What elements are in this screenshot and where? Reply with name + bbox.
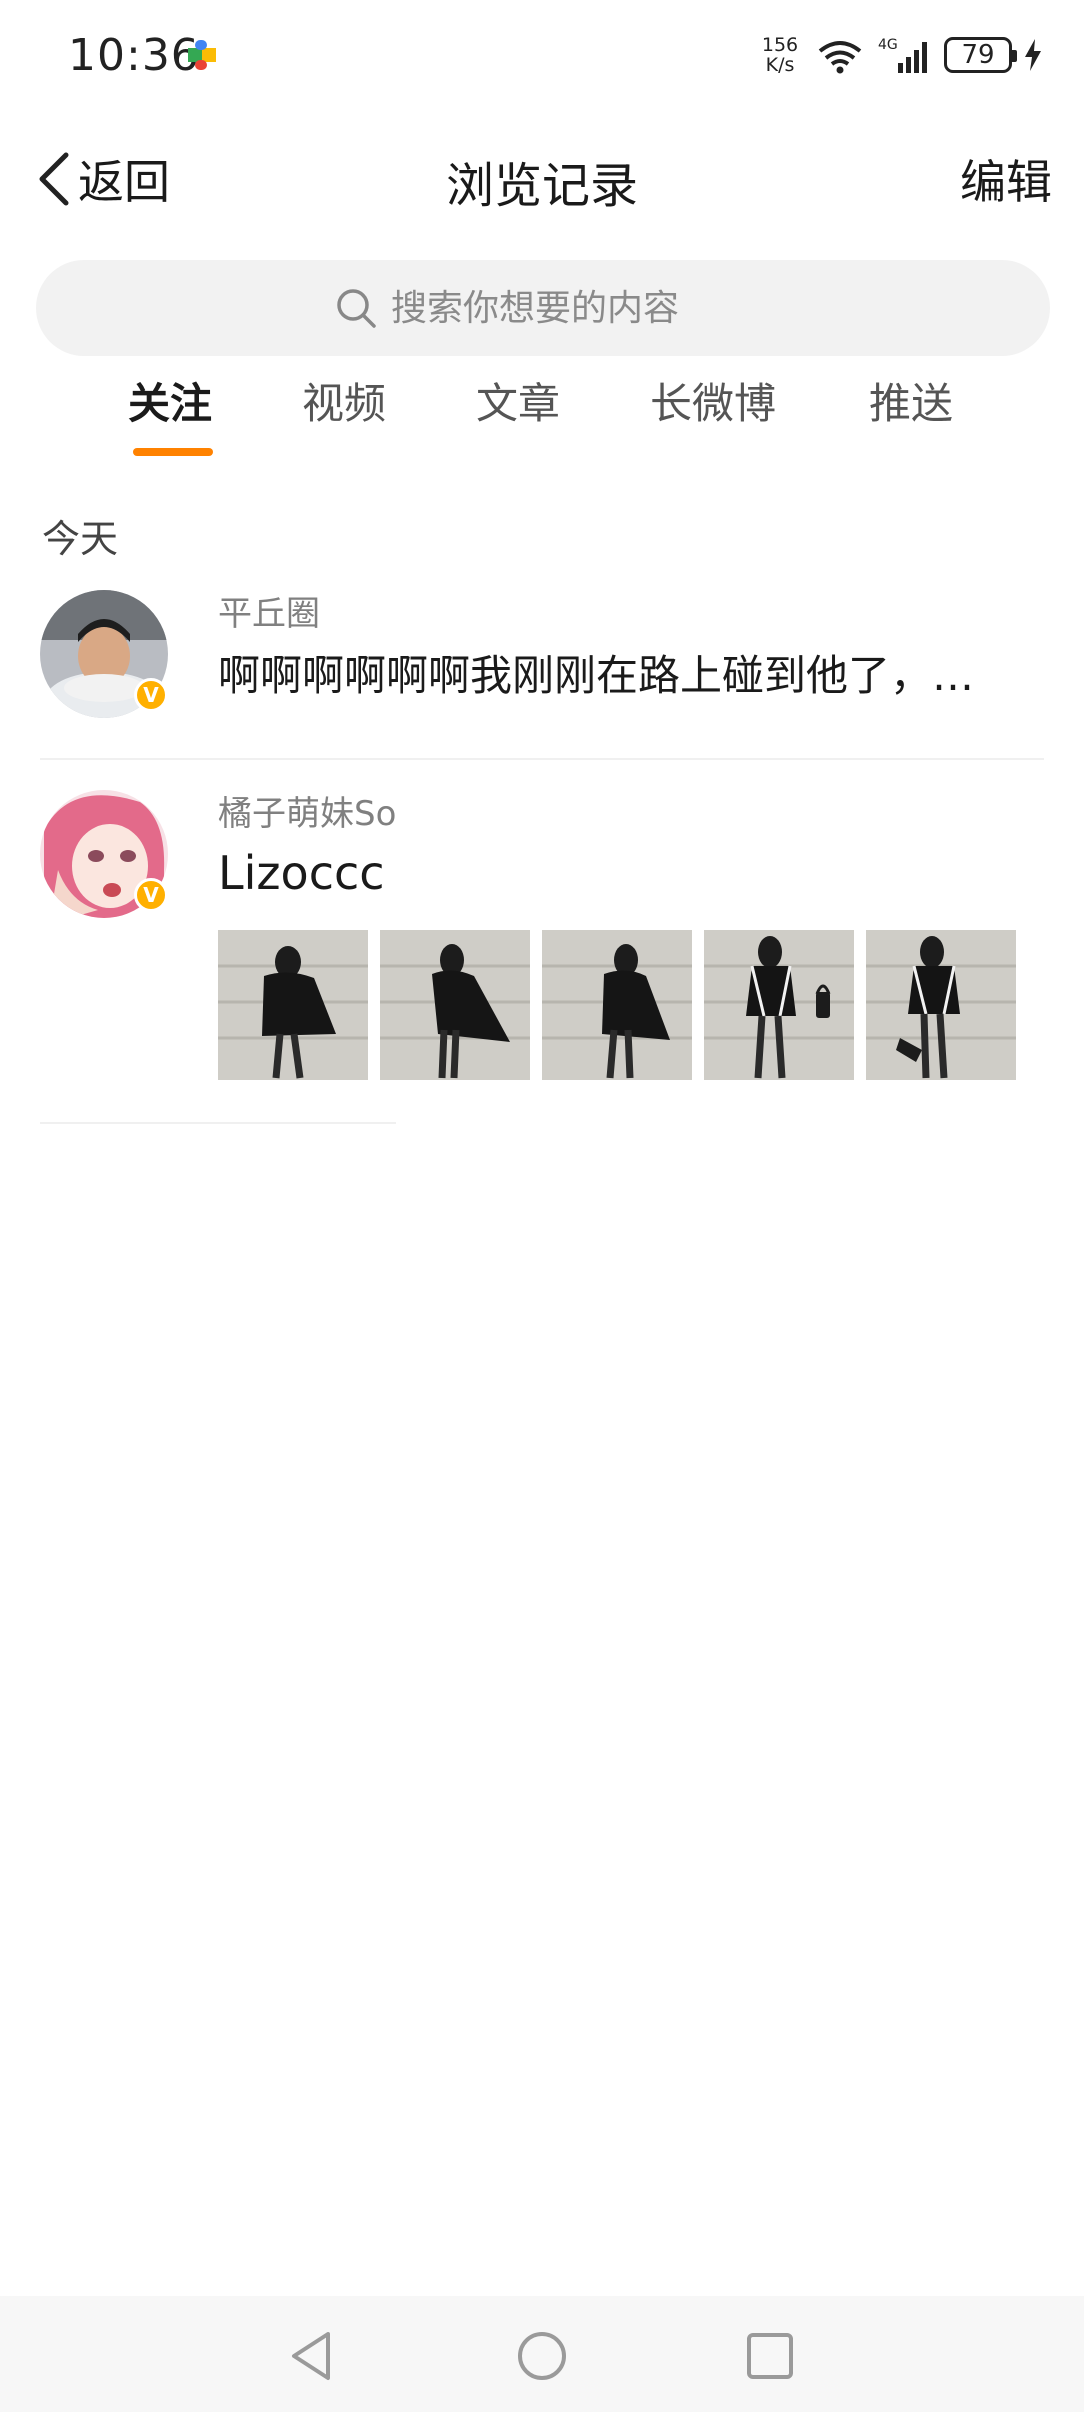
page-title: 浏览记录 <box>445 158 638 214</box>
post-image-2[interactable] <box>380 930 530 1080</box>
wifi-icon <box>818 41 862 74</box>
verified-badge: V <box>134 878 168 912</box>
post-image-5[interactable] <box>866 930 1016 1080</box>
cellular-signal-icon: 4G <box>878 37 927 73</box>
tab-long-weibo[interactable]: 长微博 <box>650 370 776 431</box>
nav-back-button[interactable] <box>282 2326 342 2386</box>
circle-home-icon <box>518 2332 566 2380</box>
post-image-1[interactable] <box>218 930 368 1080</box>
divider <box>40 758 1044 760</box>
tab-bar: 关注 视频 文章 长微博 推送 <box>0 360 1084 460</box>
puzzle-icon <box>186 38 220 72</box>
svg-text:4G: 4G <box>878 37 898 53</box>
header: 返回 浏览记录 编辑 <box>0 130 1084 230</box>
nav-home-button[interactable] <box>512 2326 572 2386</box>
image-grid <box>218 930 1016 1080</box>
search-icon <box>337 289 376 328</box>
nav-recent-button[interactable] <box>740 2326 800 2386</box>
post-image-4[interactable] <box>704 930 854 1080</box>
tab-video[interactable]: 视频 <box>302 370 386 431</box>
divider <box>40 1122 396 1124</box>
list-item[interactable]: V 橘子萌妹So Lizoccc <box>0 780 1084 1120</box>
status-indicators: 156 K/s 4G 79 <box>758 30 1044 80</box>
author-name: 平丘圈 <box>218 594 320 634</box>
edit-button[interactable]: 编辑 <box>960 146 1052 212</box>
post-text: Lizoccc <box>218 846 385 900</box>
tab-push[interactable]: 推送 <box>869 370 953 431</box>
search-input[interactable] <box>391 287 751 329</box>
status-bar: 10:36 156 K/s 4G 79 <box>0 0 1084 110</box>
status-time: 10:36 <box>68 30 200 81</box>
tab-follow[interactable]: 关注 <box>128 370 212 431</box>
search-bar[interactable] <box>36 260 1050 356</box>
system-nav-bar <box>0 2296 1084 2412</box>
list-item[interactable]: V 平丘圈 啊啊啊啊啊啊我刚刚在路上碰到他了，… <box>0 580 1084 760</box>
charging-icon <box>1025 39 1041 71</box>
battery-indicator: 79 <box>944 37 1017 73</box>
tab-article[interactable]: 文章 <box>476 370 560 431</box>
network-speed: 156 K/s <box>761 34 799 76</box>
author-name: 橘子萌妹So <box>218 794 397 834</box>
post-text: 啊啊啊啊啊啊我刚刚在路上碰到他了，… <box>218 651 975 700</box>
section-date-label: 今天 <box>42 517 119 561</box>
active-tab-indicator <box>133 448 213 456</box>
triangle-back-icon <box>292 2332 330 2380</box>
square-recent-icon <box>747 2333 793 2379</box>
verified-badge: V <box>134 678 168 712</box>
post-image-3[interactable] <box>542 930 692 1080</box>
